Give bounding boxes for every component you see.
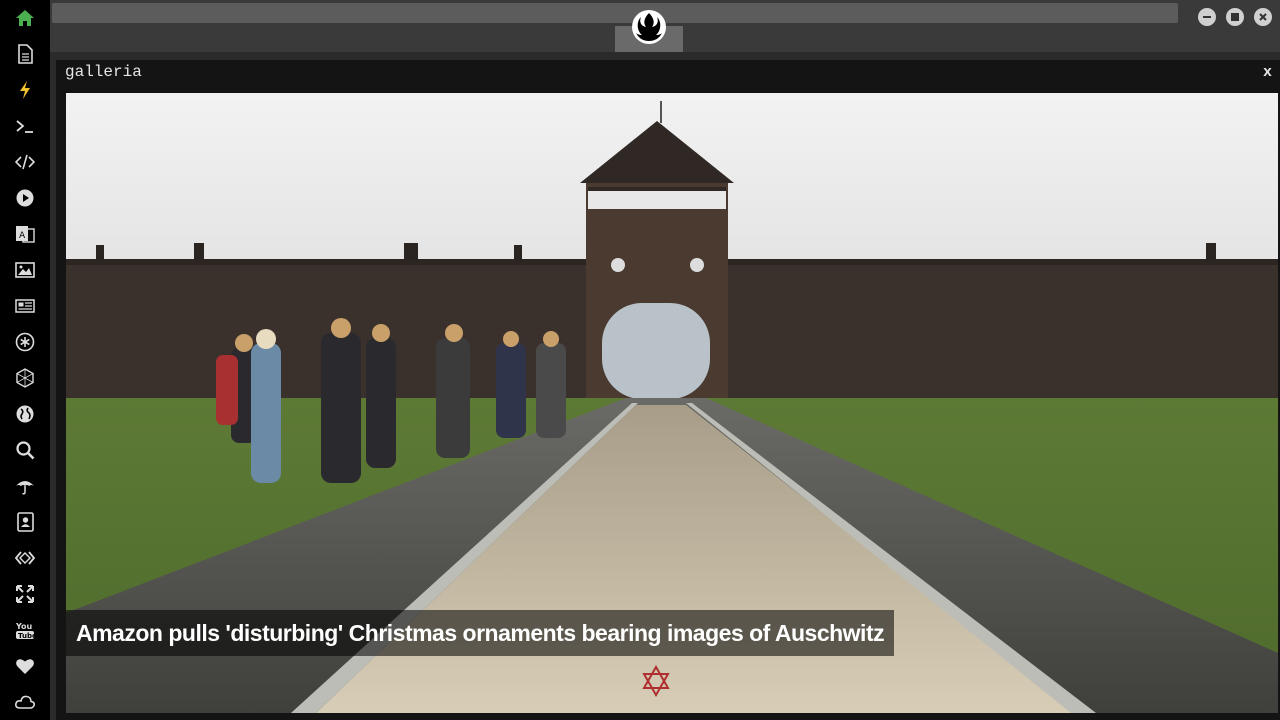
code-icon — [15, 154, 35, 170]
gallery-caption: Amazon pulls 'disturbing' Christmas orna… — [66, 610, 895, 656]
asterisk-icon — [15, 332, 35, 352]
newspaper-icon — [15, 299, 35, 313]
expand-icon — [16, 585, 34, 603]
svg-text:You: You — [15, 622, 33, 631]
document-icon — [18, 44, 33, 64]
minimize-button[interactable] — [1198, 8, 1216, 26]
sidebar-item-hexagon[interactable] — [13, 366, 37, 390]
svg-text:Tube: Tube — [18, 632, 35, 640]
image-icon — [15, 262, 35, 278]
embed-icon — [15, 551, 35, 565]
sidebar-item-lightning[interactable] — [13, 78, 37, 102]
sidebar-item-newspaper[interactable] — [13, 294, 37, 318]
home-icon — [16, 10, 34, 26]
sidebar-item-document[interactable] — [13, 42, 37, 66]
maximize-icon — [1231, 13, 1239, 21]
lightning-icon — [20, 81, 30, 99]
sidebar-item-globe[interactable] — [13, 402, 37, 426]
gallery-image[interactable]: Amazon pulls 'disturbing' Christmas orna… — [66, 93, 1278, 713]
cloud-icon — [15, 695, 35, 709]
sidebar-item-youtube[interactable]: You Tube — [13, 618, 37, 642]
play-icon — [16, 189, 34, 207]
panel-close-button[interactable]: x — [1263, 65, 1272, 80]
heart-icon — [16, 659, 34, 674]
sidebar-item-code[interactable] — [13, 150, 37, 174]
maximize-button[interactable] — [1226, 8, 1244, 26]
sidebar-item-heart[interactable] — [13, 654, 37, 678]
sidebar-item-embed[interactable] — [13, 546, 37, 570]
gallery-panel: galleria x Amazon pulls 'disturbing' Chr… — [56, 60, 1280, 720]
sidebar-item-translate[interactable]: A — [13, 222, 37, 246]
sidebar-item-expand[interactable] — [13, 582, 37, 606]
sidebar-item-search[interactable] — [13, 438, 37, 462]
search-icon — [16, 441, 35, 460]
hexagon-icon — [16, 368, 34, 388]
sidebar-item-image[interactable] — [13, 258, 37, 282]
address-bar[interactable] — [52, 3, 1178, 23]
umbrella-icon — [16, 481, 34, 495]
sidebar-item-contact[interactable] — [13, 510, 37, 534]
contact-icon — [17, 512, 34, 532]
sidebar-item-terminal[interactable] — [13, 114, 37, 138]
sidebar-item-asterisk[interactable] — [13, 330, 37, 354]
panel-title: galleria — [65, 63, 142, 81]
translate-icon: A — [16, 226, 35, 243]
close-icon — [1259, 13, 1267, 21]
close-window-button[interactable] — [1254, 8, 1272, 26]
sidebar: A You Tube — [0, 0, 50, 720]
rebel-alliance-logo-icon — [632, 10, 666, 44]
svg-text:A: A — [19, 231, 26, 241]
globe-icon — [16, 405, 34, 423]
minimize-icon — [1203, 16, 1211, 18]
sidebar-item-play[interactable] — [13, 186, 37, 210]
sidebar-item-home[interactable] — [13, 6, 37, 30]
sidebar-item-umbrella[interactable] — [13, 474, 37, 498]
youtube-icon: YouTube — [15, 622, 35, 640]
terminal-icon — [16, 120, 33, 133]
sidebar-item-cloud[interactable] — [13, 690, 37, 714]
